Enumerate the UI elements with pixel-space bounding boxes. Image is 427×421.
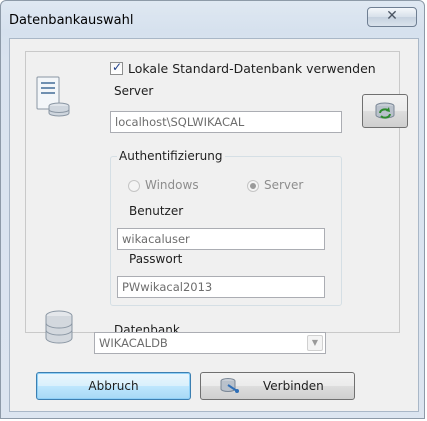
database-select[interactable]: WIKACALDB ▼: [94, 332, 326, 354]
password-label: Passwort: [129, 252, 183, 266]
title-bar[interactable]: Datenbankauswahl ✕: [1, 1, 426, 37]
authentication-legend: Authentifizierung: [117, 149, 225, 163]
radio-windows-label: Windows: [145, 178, 199, 192]
user-label: Benutzer: [129, 204, 184, 218]
refresh-icon: [374, 101, 396, 124]
radio-server[interactable]: [247, 180, 259, 192]
local-db-checkbox[interactable]: ✓: [110, 60, 123, 75]
connect-button[interactable]: Verbinden: [200, 372, 355, 400]
password-input[interactable]: PWwikacal2013: [117, 276, 325, 298]
connect-button-label: Verbinden: [263, 379, 324, 393]
database-select-value: WIKACALDB: [99, 336, 168, 350]
close-button[interactable]: ✕: [367, 7, 417, 27]
authentication-group: Authentifizierung Windows Server Benutze…: [110, 149, 342, 306]
checkmark-icon: ✓: [112, 60, 123, 74]
radio-selected-dot: [250, 183, 256, 189]
refresh-button[interactable]: [362, 94, 408, 128]
radio-server-label: Server: [264, 178, 304, 192]
window-title: Datenbankauswahl: [9, 13, 134, 28]
cancel-button-label: Abbruch: [88, 379, 139, 393]
connect-icon: [219, 377, 239, 404]
server-icon: [35, 76, 71, 118]
dialog-window: Datenbankauswahl ✕ ✓ Lokale Standard-Dat…: [0, 0, 425, 419]
database-icon: [44, 310, 74, 346]
cancel-button[interactable]: Abbruch: [36, 372, 191, 400]
close-icon: ✕: [386, 8, 398, 24]
local-db-label: Lokale Standard-Datenbank verwenden: [128, 61, 376, 76]
server-input[interactable]: localhost\SQLWIKACAL: [110, 111, 342, 133]
user-input[interactable]: wikacaluser: [117, 228, 325, 250]
radio-windows[interactable]: [128, 180, 140, 192]
settings-panel: ✓ Lokale Standard-Datenbank verwenden Se…: [25, 51, 408, 344]
server-label: Server: [114, 84, 154, 98]
dropdown-arrow-icon[interactable]: ▼: [307, 335, 323, 351]
dialog-client-area: ✓ Lokale Standard-Datenbank verwenden Se…: [9, 38, 419, 412]
